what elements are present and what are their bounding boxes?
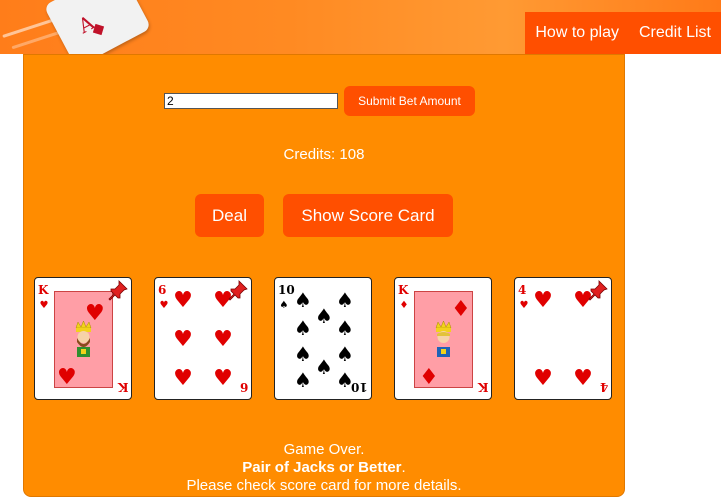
card-rank: 10 [351,380,368,394]
card-4[interactable]: ♦ ♦ K ♦ K [394,277,492,400]
card-1[interactable]: ♥ ♥ K ♥ K [34,277,132,400]
card-suit-small: ♦ [399,300,409,311]
logo-ace-card: A [43,0,152,54]
heart-pip: ♥ [533,288,553,313]
spade-pip: ♠ [336,288,354,312]
heart-pip: ♥ [213,366,233,391]
card-rank: K [477,380,488,394]
diamond-icon [92,23,105,36]
pin-icon [228,280,248,301]
card-5[interactable]: 4 ♥ ♥ ♥ ♥ ♥ 4 [514,277,612,400]
spade-pip: ♠ [315,355,333,379]
nav-how-to-play[interactable]: How to play [525,12,629,54]
svg-text:♦: ♦ [451,297,471,322]
card-suit-small: ♥ [519,300,529,311]
king-figure-icon: ♥ ♥ [57,301,105,390]
game-status: Game Over. Pair of Jacks or Better. Plea… [24,441,624,495]
pin-icon [108,280,128,301]
status-game-over: Game Over. [283,441,365,458]
pin-icon [588,280,608,301]
card-3[interactable]: 10 ♠ ♠ ♠ ♠ ♠ ♠ ♠ ♠ ♠ ♠ ♠ 10 [274,277,372,400]
card-rank: K [117,380,128,394]
spade-pip: ♠ [336,342,354,366]
credits-value: 108 [339,146,365,163]
card-suit-small: ♠ [279,300,289,311]
top-nav: How to play Credit List [525,12,721,54]
heart-pip: ♥ [213,327,233,352]
spade-pip: ♠ [294,342,312,366]
card-rank: 6 [239,380,248,394]
spade-pip: ♠ [315,304,333,328]
spade-pip: ♠ [294,288,312,312]
credits-display: Credits: 108 [24,146,624,163]
heart-pip: ♥ [173,288,193,313]
submit-bet-button[interactable]: Submit Bet Amount [344,86,475,116]
court-frame: ♦ ♦ [414,291,473,390]
show-score-card-button[interactable]: Show Score Card [283,194,453,237]
heart-pip: ♥ [173,327,193,352]
card-suit-small: ♥ [159,300,169,311]
heart-pip: ♥ [573,366,593,391]
king-figure-icon: ♦ ♦ [419,297,471,390]
card-rank: 4 [518,283,527,297]
card-2[interactable]: 6 ♥ ♥ ♥ ♥ ♥ ♥ ♥ 6 [154,277,252,400]
header-banner: A How to play Credit List [0,0,721,54]
card-rank: 10 [278,283,295,297]
spade-pip: ♠ [336,316,354,340]
game-panel: Submit Bet Amount Credits: 108 Deal Show… [23,54,625,497]
bet-amount-input[interactable] [164,93,338,109]
svg-text:♦: ♦ [419,365,439,387]
spade-pip: ♠ [294,316,312,340]
card-suit-small: ♥ [39,300,49,311]
court-frame: ♥ ♥ [54,291,113,390]
svg-text:♥: ♥ [85,301,105,326]
svg-text:♥: ♥ [57,365,77,387]
status-result-suffix: . [401,459,406,476]
card-rank: 6 [158,283,167,297]
deal-button[interactable]: Deal [195,194,264,237]
card-rank: K [398,283,409,297]
heart-pip: ♥ [173,366,193,391]
status-details: Please check score card for more details… [186,477,462,494]
spade-pip: ♠ [294,368,312,392]
nav-credit-list[interactable]: Credit List [629,12,721,54]
status-result: Pair of Jacks or Better [242,459,402,476]
card-rank: 4 [599,380,608,394]
card-rank: K [38,283,49,297]
heart-pip: ♥ [533,366,553,391]
credits-label: Credits: [283,146,336,163]
status-result-line: Pair of Jacks or Better. [24,459,624,477]
